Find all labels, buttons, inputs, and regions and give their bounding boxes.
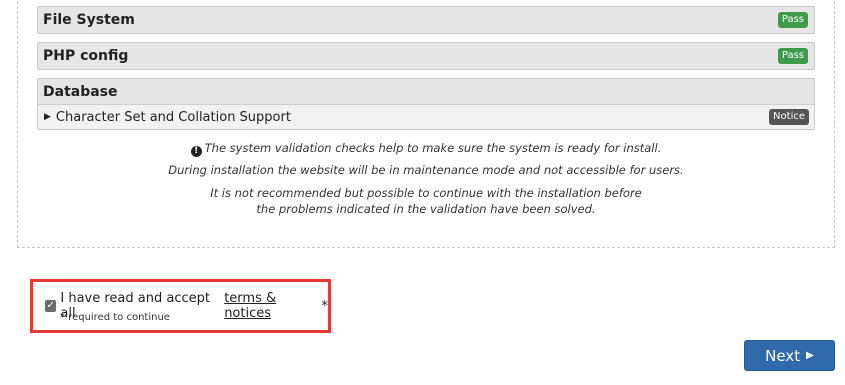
terms-highlight: ✓ I have read and accept all terms & not… xyxy=(30,279,331,333)
section-header: PHP config Pass xyxy=(38,43,814,69)
caret-right-icon: ▶ xyxy=(806,350,814,361)
info-line: The system validation checks help to mak… xyxy=(204,141,662,155)
section-title: File System xyxy=(43,12,135,28)
info-text-block: ! The system validation checks help to ma… xyxy=(37,137,815,181)
next-button[interactable]: Next ▶ xyxy=(744,340,835,371)
caret-right-icon[interactable]: ▶ xyxy=(44,112,51,122)
status-badge: Notice xyxy=(769,109,809,125)
warning-text-block: It is not recommended but possible to co… xyxy=(37,182,815,220)
required-asterisk: * xyxy=(321,298,329,314)
row-label[interactable]: Character Set and Collation Support xyxy=(56,110,291,125)
section-title: Database xyxy=(43,83,118,100)
section-database: Database ▶ Character Set and Collation S… xyxy=(37,78,815,130)
status-badge: Pass xyxy=(777,12,808,28)
section-title: PHP config xyxy=(43,48,129,64)
required-note: * required to continue xyxy=(60,312,170,323)
terms-checkbox[interactable]: ✓ xyxy=(45,300,57,312)
section-php-config: PHP config Pass xyxy=(37,42,815,70)
terms-link[interactable]: terms & notices xyxy=(224,291,321,321)
exclamation-icon: ! xyxy=(190,146,202,157)
section-header: File System Pass xyxy=(38,7,814,33)
status-badge: Pass xyxy=(777,48,808,64)
info-line: During installation the website will be … xyxy=(168,163,684,177)
section-file-system: File System Pass xyxy=(37,6,815,34)
collapsible-row-charset[interactable]: ▶ Character Set and Collation Support No… xyxy=(38,105,814,129)
next-button-label[interactable]: Next xyxy=(765,347,800,365)
info-line: the problems indicated in the validation… xyxy=(256,202,596,216)
section-header: Database xyxy=(38,79,814,105)
